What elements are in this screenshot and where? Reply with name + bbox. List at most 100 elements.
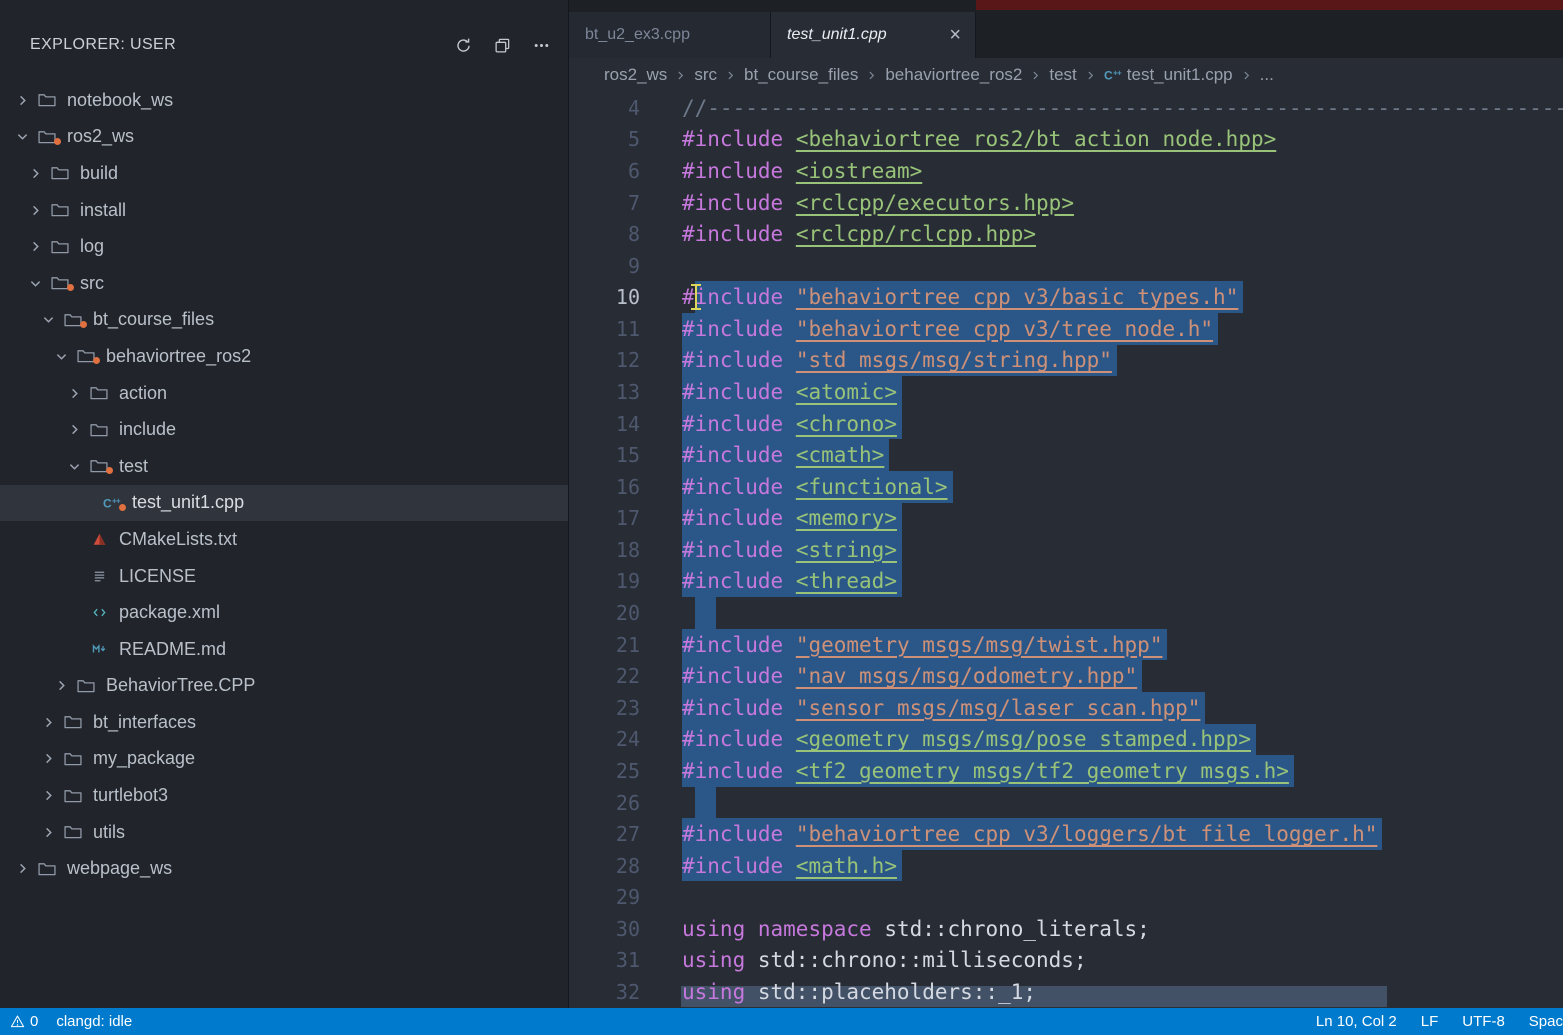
breadcrumb-item-bt-course-files[interactable]: bt_course_files [744,65,858,85]
chevron-separator-icon [1084,69,1097,82]
tree-item-log[interactable]: log [0,228,568,265]
line-number: 21 [569,633,640,657]
line-content: #include "behaviortree_cpp_v3/tree_node.… [682,313,1218,345]
tree-item-label: bt_course_files [93,309,214,330]
breadcrumb-item-src[interactable]: src [694,65,717,85]
tree-item-include[interactable]: include [0,411,568,448]
folder-icon [86,458,112,474]
code-line-8[interactable]: 8#include <rclcpp/rclcpp.hpp> [569,218,1563,250]
tree-item-build[interactable]: build [0,155,568,192]
line-number: 32 [569,980,640,1004]
tree-item-utils[interactable]: utils [0,814,568,851]
code-token: <atomic> [796,380,897,404]
tab-bt-u2-ex3-cpp[interactable]: bt_u2_ex3.cpp [569,12,771,58]
tab-test-unit1-cpp[interactable]: test_unit1.cpp× [771,12,976,58]
code-line-17[interactable]: 17#include <memory> [569,503,1563,535]
code-line-28[interactable]: 28#include <math.h> [569,850,1563,882]
breadcrumb-item-test-unit1-cpp[interactable]: C++test_unit1.cpp [1104,65,1233,85]
folder-icon [47,165,73,181]
code-line-4[interactable]: 4//-------------------------------------… [569,92,1563,124]
code-line-23[interactable]: 23#include "sensor_msgs/msg/laser_scan.h… [569,692,1563,724]
code-line-31[interactable]: 31using std::chrono::milliseconds; [569,945,1563,977]
code-line-20[interactable]: 20 [569,597,1563,629]
code-line-6[interactable]: 6#include <iostream> [569,155,1563,187]
close-icon[interactable]: × [947,25,963,45]
tree-item-test[interactable]: test [0,448,568,485]
code-line-15[interactable]: 15#include <cmath> [569,439,1563,471]
more-actions-button[interactable] [533,37,550,54]
status-eol[interactable]: LF [1421,1013,1439,1030]
tree-item-webpage-ws[interactable]: webpage_ws [0,850,568,887]
tree-item-behaviortree-cpp[interactable]: BehaviorTree.CPP [0,668,568,705]
line-number: 17 [569,506,640,530]
code-line-29[interactable]: 29 [569,881,1563,913]
tree-item-my-package[interactable]: my_package [0,741,568,778]
breadcrumb-label: test [1049,65,1076,85]
code-line-13[interactable]: 13#include <atomic> [569,376,1563,408]
tree-item-install[interactable]: install [0,192,568,229]
status-problems[interactable]: 0 [10,1013,38,1030]
code-line-30[interactable]: 30using namespace std::chrono_literals; [569,913,1563,945]
code-token: //--------------------------------------… [682,96,1563,120]
code-token: #include [682,159,783,183]
line-number: 25 [569,759,640,783]
collapse-folders-button[interactable] [494,37,511,54]
breadcrumb-label: ... [1260,65,1274,85]
refresh-button[interactable] [455,37,472,54]
tree-item-package-xml[interactable]: package.xml [0,594,568,631]
line-content: #include <cmath> [682,439,889,471]
line-content: #include <string> [682,534,902,566]
folder-icon [60,714,86,730]
breadcrumb-item-ros2-ws[interactable]: ros2_ws [604,65,667,85]
tree-item-test-unit1-cpp[interactable]: C++test_unit1.cpp [0,485,568,522]
tree-item-ros2-ws[interactable]: ros2_ws [0,119,568,156]
code-line-16[interactable]: 16#include <functional> [569,471,1563,503]
folder-icon [47,275,73,291]
tree-item-readme-md[interactable]: README.md [0,631,568,668]
tree-item-notebook-ws[interactable]: notebook_ws [0,82,568,119]
status-cursor-position[interactable]: Ln 10, Col 2 [1316,1013,1397,1030]
code-line-12[interactable]: 12#include "std_msgs/msg/string.hpp" [569,345,1563,377]
tree-item-bt-course-files[interactable]: bt_course_files [0,302,568,339]
code-line-32[interactable]: 32using std::placeholders::_1; [569,976,1563,1008]
tree-item-turtlebot3[interactable]: turtlebot3 [0,777,568,814]
code-line-21[interactable]: 21#include "geometry_msgs/msg/twist.hpp" [569,629,1563,661]
code-line-14[interactable]: 14#include <chrono> [569,408,1563,440]
code-line-10[interactable]: 10#include "behaviortree_cpp_v3/basic_ty… [569,281,1563,313]
code-line-26[interactable]: 26 [569,787,1563,819]
code-token [783,506,796,530]
status-indentation[interactable]: Spac [1529,1013,1563,1030]
selection-highlight: #include <geometry_msgs/msg/pose_stamped… [682,724,1256,756]
code-line-11[interactable]: 11#include "behaviortree_cpp_v3/tree_nod… [569,313,1563,345]
code-editor[interactable]: 4//-------------------------------------… [569,92,1563,1008]
line-content: #include <functional> [682,471,953,503]
code-line-22[interactable]: 22#include "nav_msgs/msg/odometry.hpp" [569,660,1563,692]
tree-item-bt-interfaces[interactable]: bt_interfaces [0,704,568,741]
code-token [783,569,796,593]
status-encoding[interactable]: UTF-8 [1462,1013,1505,1030]
tree-item-behaviortree-ros2[interactable]: behaviortree_ros2 [0,338,568,375]
code-line-9[interactable]: 9 [569,250,1563,282]
code-line-27[interactable]: 27#include "behaviortree_cpp_v3/loggers/… [569,818,1563,850]
breadcrumb-item-behaviortree-ros2[interactable]: behaviortree_ros2 [885,65,1022,85]
status-clangd-status[interactable]: clangd: idle [56,1013,132,1030]
breadcrumb-item-[interactable]: ... [1260,65,1274,85]
code-line-5[interactable]: 5#include <behaviortree_ros2/bt_action_n… [569,124,1563,156]
code-line-19[interactable]: 19#include <thread> [569,566,1563,598]
status-label: LF [1421,1013,1439,1030]
tree-item-action[interactable]: action [0,375,568,412]
code-token: #include [682,822,783,846]
problems-icon [10,1014,25,1029]
breadcrumb-item-test[interactable]: test [1049,65,1076,85]
line-content: #include <rclcpp/rclcpp.hpp> [682,218,1036,250]
code-line-24[interactable]: 24#include <geometry_msgs/msg/pose_stamp… [569,724,1563,756]
tree-item-src[interactable]: src [0,265,568,302]
tree-item-license[interactable]: LICENSE [0,558,568,595]
code-token: #include [682,569,783,593]
code-token [783,285,796,309]
chevron-right-icon [49,678,73,693]
code-line-7[interactable]: 7#include <rclcpp/executors.hpp> [569,187,1563,219]
code-line-18[interactable]: 18#include <string> [569,534,1563,566]
tree-item-cmakelists-txt[interactable]: CMakeLists.txt [0,521,568,558]
code-line-25[interactable]: 25#include <tf2_geometry_msgs/tf2_geomet… [569,755,1563,787]
